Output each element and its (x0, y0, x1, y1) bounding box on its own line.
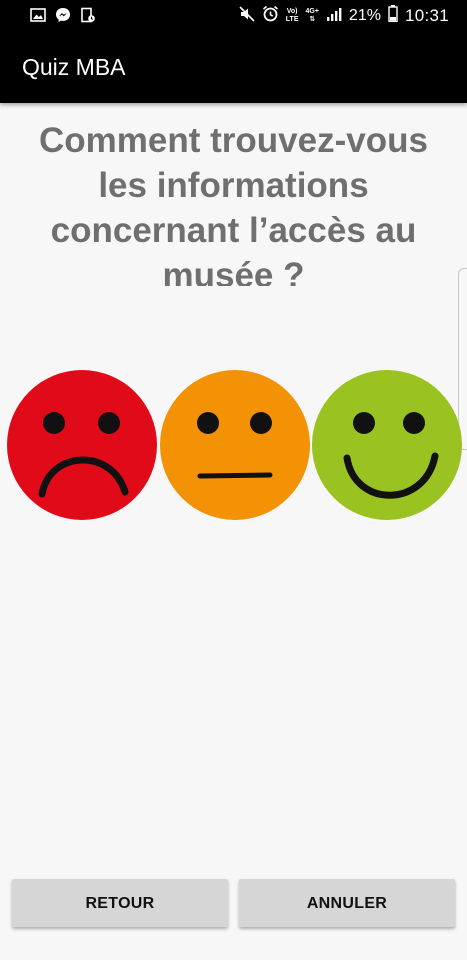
question-text: Comment trouvez-vous les informations co… (39, 121, 428, 286)
battery-icon (388, 5, 398, 27)
signal-icon (326, 7, 342, 26)
sad-face-icon (7, 370, 157, 520)
battery-percent: 21% (348, 7, 381, 24)
neutral-face-icon (160, 370, 310, 520)
battery-saver-icon (80, 7, 96, 28)
image-icon (30, 8, 46, 27)
sad-face-button[interactable] (5, 368, 160, 523)
messenger-icon (55, 7, 71, 28)
cancel-button[interactable]: ANNULER (239, 879, 455, 927)
question-container: Comment trouvez-vous les informations co… (0, 110, 467, 286)
status-right-icons: Vo) LTE 4G+ ⇅ 21% 10:31 (239, 5, 449, 27)
back-button[interactable]: RETOUR (12, 879, 228, 927)
network-lte-indicator: Vo) LTE (285, 8, 299, 23)
status-left-icons (30, 7, 96, 28)
app-bar: Quiz MBA (0, 33, 467, 103)
happy-face-icon (312, 370, 462, 520)
rating-faces (0, 368, 467, 528)
neutral-face-button[interactable] (158, 368, 313, 523)
alarm-icon (262, 5, 279, 27)
status-time: 10:31 (404, 6, 449, 25)
network-type-indicator: 4G+ ⇅ (305, 8, 319, 23)
app-title: Quiz MBA (22, 54, 126, 80)
status-bar: Vo) LTE 4G+ ⇅ 21% 10:31 (0, 0, 467, 33)
mute-icon (239, 5, 255, 27)
happy-face-button[interactable] (310, 368, 465, 523)
